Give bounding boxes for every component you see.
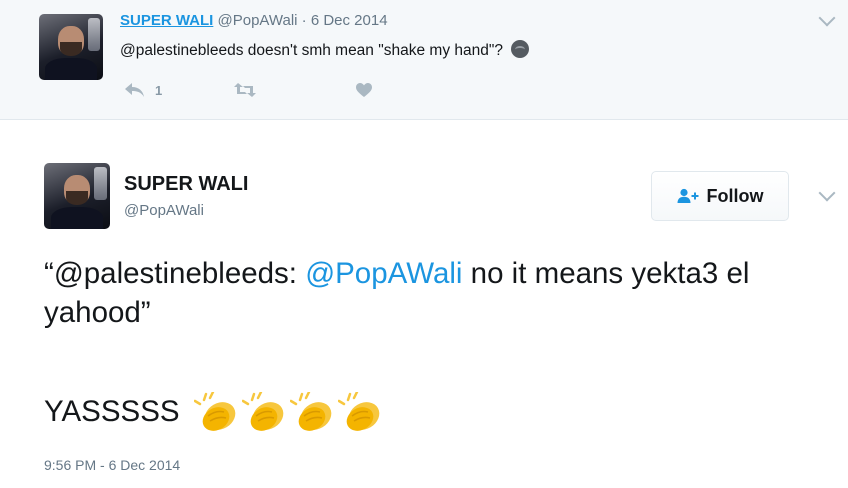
clap-emoji-group (193, 392, 386, 432)
main-display-name[interactable]: SUPER WALI (124, 173, 248, 196)
retweet-icon (234, 83, 256, 97)
parent-tweet-text-row: @palestinebleeds doesn't smh mean "shake… (120, 40, 530, 60)
clapping-hands-emoji (289, 392, 331, 431)
clapping-hands-emoji (193, 392, 235, 431)
parent-tweet-text: @palestinebleeds doesn't smh mean "shake… (120, 42, 503, 59)
parent-date[interactable]: · 6 Dec 2014 (302, 12, 388, 29)
main-avatar[interactable] (44, 163, 110, 229)
like-button[interactable] (355, 82, 373, 98)
parent-tweet[interactable]: SUPER WALI @PopAWali · 6 Dec 2014 @pales… (0, 0, 848, 120)
tweet-timestamp[interactable]: 9:56 PM - 6 Dec 2014 (44, 457, 180, 473)
mention-link[interactable]: @PopAWali (305, 257, 462, 290)
parent-tweet-header: SUPER WALI @PopAWali · 6 Dec 2014 (120, 12, 388, 29)
clapping-hands-emoji (241, 392, 283, 431)
parent-handle[interactable]: @PopAWali (218, 12, 298, 29)
add-user-icon (677, 188, 698, 203)
yass-text: YASSSSS (44, 395, 180, 428)
parent-avatar[interactable] (39, 14, 103, 80)
follow-button[interactable]: Follow (651, 171, 789, 221)
like-icon (356, 83, 372, 97)
parent-display-name[interactable]: SUPER WALI (120, 12, 213, 29)
follow-label: Follow (706, 185, 764, 206)
main-tweet-text: “@palestinebleeds: @PopAWali no it means… (44, 254, 824, 332)
chevron-down-icon[interactable] (818, 184, 836, 202)
quoted-text-open: “@palestinebleeds: (44, 257, 306, 290)
reply-icon (125, 83, 144, 97)
reply-count: 1 (155, 82, 163, 98)
retweet-button[interactable] (233, 82, 257, 98)
main-tweet-line2: YASSSSS (44, 392, 386, 432)
smh-face-emoji (511, 40, 530, 58)
clapping-hands-emoji (337, 392, 379, 431)
reply-button[interactable]: 1 (123, 82, 162, 98)
main-handle[interactable]: @PopAWali (124, 202, 204, 219)
